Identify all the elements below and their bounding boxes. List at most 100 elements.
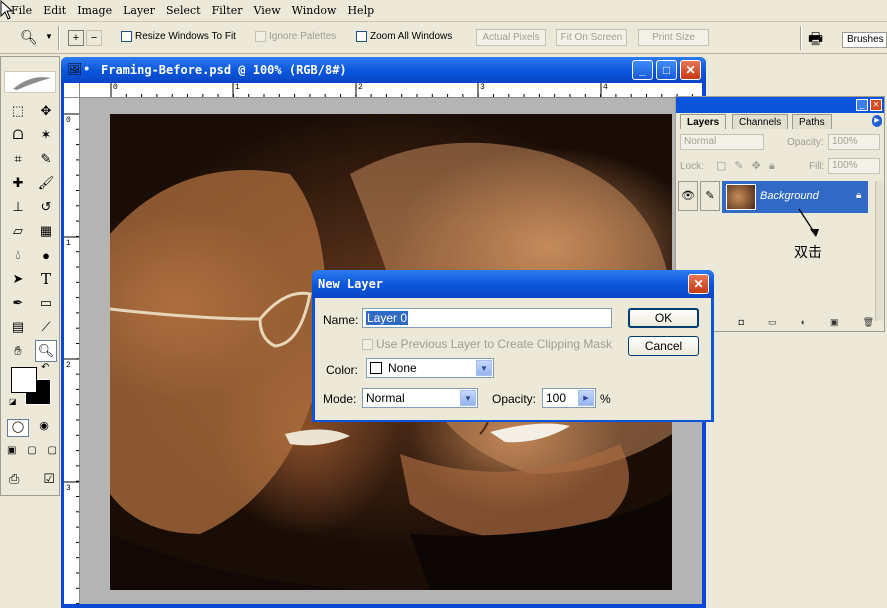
full-screen-mode-icon[interactable]: ▢ (48, 445, 57, 463)
zoom-out-icon[interactable]: − (86, 30, 102, 46)
tab-paths[interactable]: Paths (792, 114, 832, 129)
marquee-tool-icon[interactable]: ⬚ (7, 100, 29, 122)
clone-stamp-tool-icon[interactable]: ⊥ (7, 196, 29, 218)
brushes-palette-tab[interactable]: Brushes (842, 32, 887, 48)
ruler-label: 1 (235, 83, 240, 92)
tool-preset-dropdown-icon[interactable]: ▼ (45, 32, 53, 41)
adjustment-layer-icon[interactable]: ◐ (801, 317, 806, 331)
brush-tool-icon[interactable]: 🖌︎ (35, 172, 57, 194)
healing-brush-tool-icon[interactable]: ✚ (7, 172, 29, 194)
hand-tool-icon[interactable]: ✋︎ (7, 340, 29, 362)
file-browser-icon[interactable]: 🖶︎ (808, 28, 823, 55)
path-selection-tool-icon[interactable]: ➤ (7, 268, 29, 290)
zoom-tool-icon[interactable]: 🔍︎ (35, 340, 57, 362)
document-titlebar[interactable]: 🖼︎ ● Framing-Before.psd @ 100% (RGB/8#) … (61, 57, 706, 83)
lasso-tool-icon[interactable]: ᗝ (7, 124, 29, 146)
type-tool-icon[interactable]: T (35, 268, 57, 290)
fill-field[interactable]: 100% (828, 158, 880, 174)
palette-menu-icon[interactable]: ▶ (872, 115, 882, 127)
standard-screen-mode-icon[interactable]: ▣ (7, 445, 16, 463)
slice-tool-icon[interactable]: ✎ (35, 148, 57, 170)
dialog-close-button[interactable]: ✕ (688, 274, 709, 294)
lock-icons[interactable]: ▢✎✥🔒︎ (716, 159, 783, 173)
history-brush-tool-icon[interactable]: ↺ (35, 196, 57, 218)
palette-scrollbar[interactable] (875, 181, 883, 321)
blend-mode-dropdown[interactable]: Normal (680, 134, 764, 150)
menu-bar: File Edit Image Layer Select Filter View… (0, 0, 887, 22)
menu-filter[interactable]: Filter (207, 4, 249, 17)
palette-titlebar[interactable]: _ ✕ (676, 97, 884, 113)
jump-group: ⎙ ☑ (9, 471, 55, 489)
horizontal-ruler[interactable]: 0 1 2 3 4 (80, 83, 702, 98)
foreground-color-swatch[interactable] (11, 367, 37, 393)
standard-mode-icon[interactable]: ◯ (7, 419, 29, 437)
ruler-origin[interactable] (64, 83, 80, 98)
actual-pixels-button[interactable]: Actual Pixels (476, 29, 546, 46)
minimize-button[interactable]: _ (632, 60, 653, 80)
dialog-title: New Layer (318, 277, 384, 291)
zoom-in-icon[interactable]: + (68, 30, 84, 46)
options-bar: 🔍︎ ▼ + − Resize Windows To Fit Ignore Pa… (0, 22, 887, 54)
zoom-tool-icon[interactable]: 🔍︎ (20, 29, 38, 46)
menu-image[interactable]: Image (72, 4, 118, 17)
brush-link-icon[interactable]: ✎ (700, 181, 720, 211)
ok-button[interactable]: OK (628, 308, 699, 328)
ignore-palettes-checkbox[interactable]: Ignore Palettes (255, 31, 336, 42)
blur-tool-icon[interactable]: 💧︎ (7, 244, 29, 266)
menu-select[interactable]: Select (161, 4, 207, 17)
ruler-ticks (110, 83, 693, 97)
print-size-button[interactable]: Print Size (638, 29, 709, 46)
new-layer-icon[interactable]: ▣ (830, 317, 839, 331)
color-dropdown[interactable]: None ▼ (366, 358, 494, 378)
quick-mask-mode-icon[interactable]: ◉ (33, 419, 55, 437)
menu-layer[interactable]: Layer (118, 4, 161, 17)
fit-on-screen-button[interactable]: Fit On Screen (556, 29, 627, 46)
opacity-label: Opacity: (787, 137, 824, 148)
menu-help[interactable]: Help (342, 4, 380, 17)
tab-channels[interactable]: Channels (732, 114, 789, 129)
close-button[interactable]: ✕ (680, 60, 701, 80)
full-screen-menu-mode-icon[interactable]: ▢ (27, 445, 36, 463)
move-tool-icon[interactable]: ✥ (35, 100, 57, 122)
magic-wand-tool-icon[interactable]: ✶ (35, 124, 57, 146)
gradient-tool-icon[interactable]: ▦ (35, 220, 57, 242)
opacity-field[interactable]: 100 ▶ (542, 388, 596, 408)
menu-edit[interactable]: Edit (38, 4, 72, 17)
crop-tool-icon[interactable]: ⌗ (7, 148, 29, 170)
mouse-cursor-icon (0, 0, 14, 20)
opacity-field[interactable]: 100% (828, 134, 880, 150)
zoom-all-windows-checkbox[interactable]: Zoom All Windows (356, 31, 452, 42)
checkbox-box (121, 31, 132, 42)
eraser-tool-icon[interactable]: ▱ (7, 220, 29, 242)
cancel-button[interactable]: Cancel (628, 336, 699, 356)
shape-tool-icon[interactable]: ▭ (35, 292, 57, 314)
default-colors-icon[interactable]: ◪ (9, 397, 17, 406)
menu-window[interactable]: Window (287, 4, 343, 17)
eyedropper-tool-icon[interactable]: ⟋ (35, 316, 57, 338)
clipping-mask-checkbox[interactable]: Use Previous Layer to Create Clipping Ma… (362, 337, 612, 351)
visibility-eye-icon[interactable]: 👁︎ (678, 181, 698, 211)
layer-thumbnail (726, 184, 756, 210)
pen-tool-icon[interactable]: ✒ (7, 292, 29, 314)
resize-windows-checkbox[interactable]: Resize Windows To Fit (121, 31, 236, 42)
checkbox-box (255, 31, 266, 42)
delete-layer-icon[interactable]: 🗑︎ (863, 317, 874, 331)
mode-dropdown[interactable]: Normal ▼ (362, 388, 478, 408)
swap-colors-icon[interactable]: ↶ (41, 362, 49, 373)
vertical-ruler[interactable]: 0 1 2 3 (64, 98, 80, 604)
dodge-tool-icon[interactable]: ● (35, 244, 57, 266)
maximize-button[interactable]: □ (656, 60, 677, 80)
print-icon[interactable]: ⎙ (9, 471, 19, 489)
menu-view[interactable]: View (248, 4, 286, 17)
palette-minimize-button[interactable]: _ (856, 99, 868, 111)
notes-tool-icon[interactable]: ▤ (7, 316, 29, 338)
new-set-icon[interactable]: ▭ (768, 317, 777, 331)
palette-close-button[interactable]: ✕ (870, 99, 882, 111)
checkbox-label: Use Previous Layer to Create Clipping Ma… (376, 337, 613, 351)
layer-mask-icon[interactable]: ◘ (739, 317, 744, 331)
tab-layers[interactable]: Layers (680, 114, 727, 129)
dialog-titlebar[interactable]: New Layer ✕ (312, 270, 714, 298)
name-field[interactable]: Layer 0 (362, 308, 612, 328)
opacity-slider-arrow-icon[interactable]: ▶ (578, 390, 594, 406)
jump-to-imageready-icon[interactable]: ☑ (43, 471, 55, 489)
